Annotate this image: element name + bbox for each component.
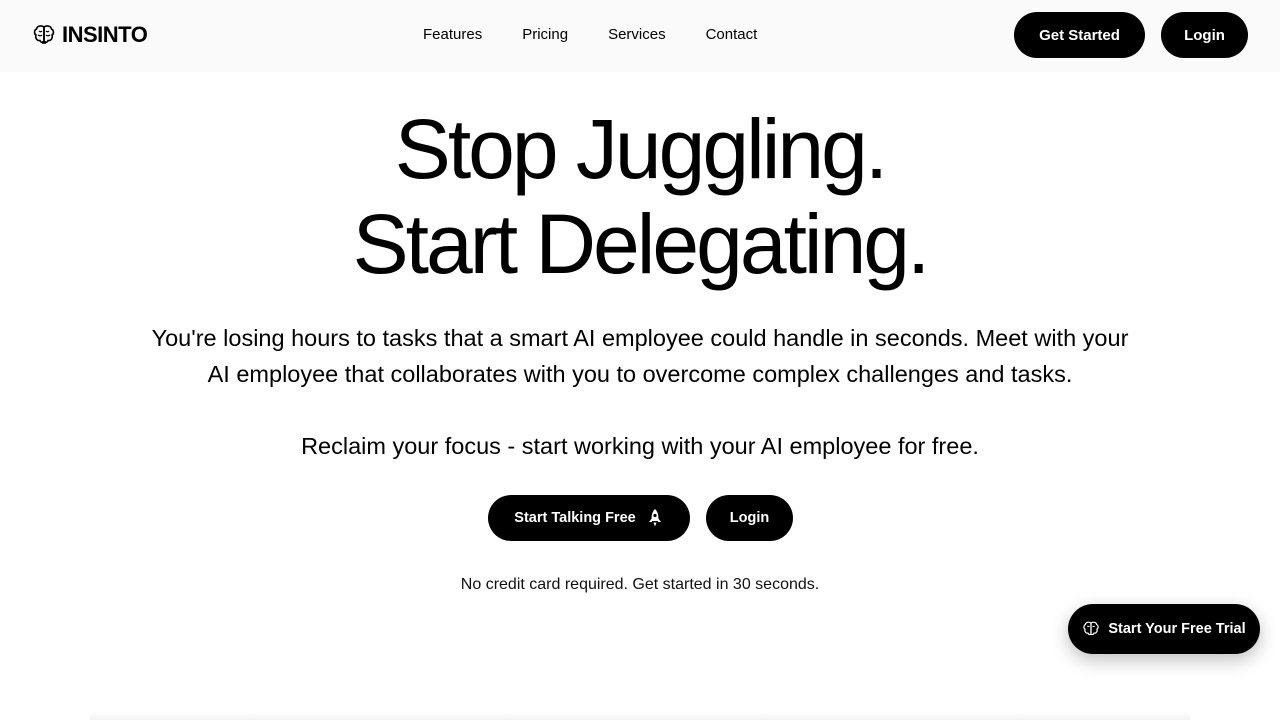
start-talking-button[interactable]: Start Talking Free [488,495,690,541]
nav-item-features[interactable]: Features [403,24,502,46]
no-credit-card-note: No credit card required. Get started in … [460,576,820,593]
nav-item-services[interactable]: Services [588,24,686,46]
nav-item-contact[interactable]: Contact [686,24,778,46]
get-started-button[interactable]: Get Started [1014,12,1145,58]
floating-free-trial-button[interactable]: Start Your Free Trial [1068,604,1260,654]
brain-icon [33,25,55,44]
hero-description: You're losing hours to tasks that a smar… [151,325,1129,387]
nav-item-pricing[interactable]: Pricing [502,24,588,46]
hero-cta-text: Reclaim your focus - start working with … [301,433,979,459]
section-divider [90,712,1190,720]
hero-title: Stop Juggling. Start Delegating. [0,102,1280,292]
hero-login-button[interactable]: Login [706,495,793,541]
main-nav: Features Pricing Services Contact [403,24,777,46]
free-trial-label: Start Your Free Trial [1108,621,1246,637]
hero-title-line-2: Start Delegating. [352,197,931,291]
header-login-button[interactable]: Login [1161,12,1248,58]
site-header: INSINTO Features Pricing Services Contac… [0,0,1280,72]
rocket-icon [648,509,661,527]
hero-title-line-1: Stop Juggling. [394,102,888,196]
start-talking-label: Start Talking Free [514,510,636,526]
brand-name: INSINTO [62,22,148,47]
brain-icon [1083,621,1100,636]
logo[interactable]: INSINTO [32,21,148,49]
